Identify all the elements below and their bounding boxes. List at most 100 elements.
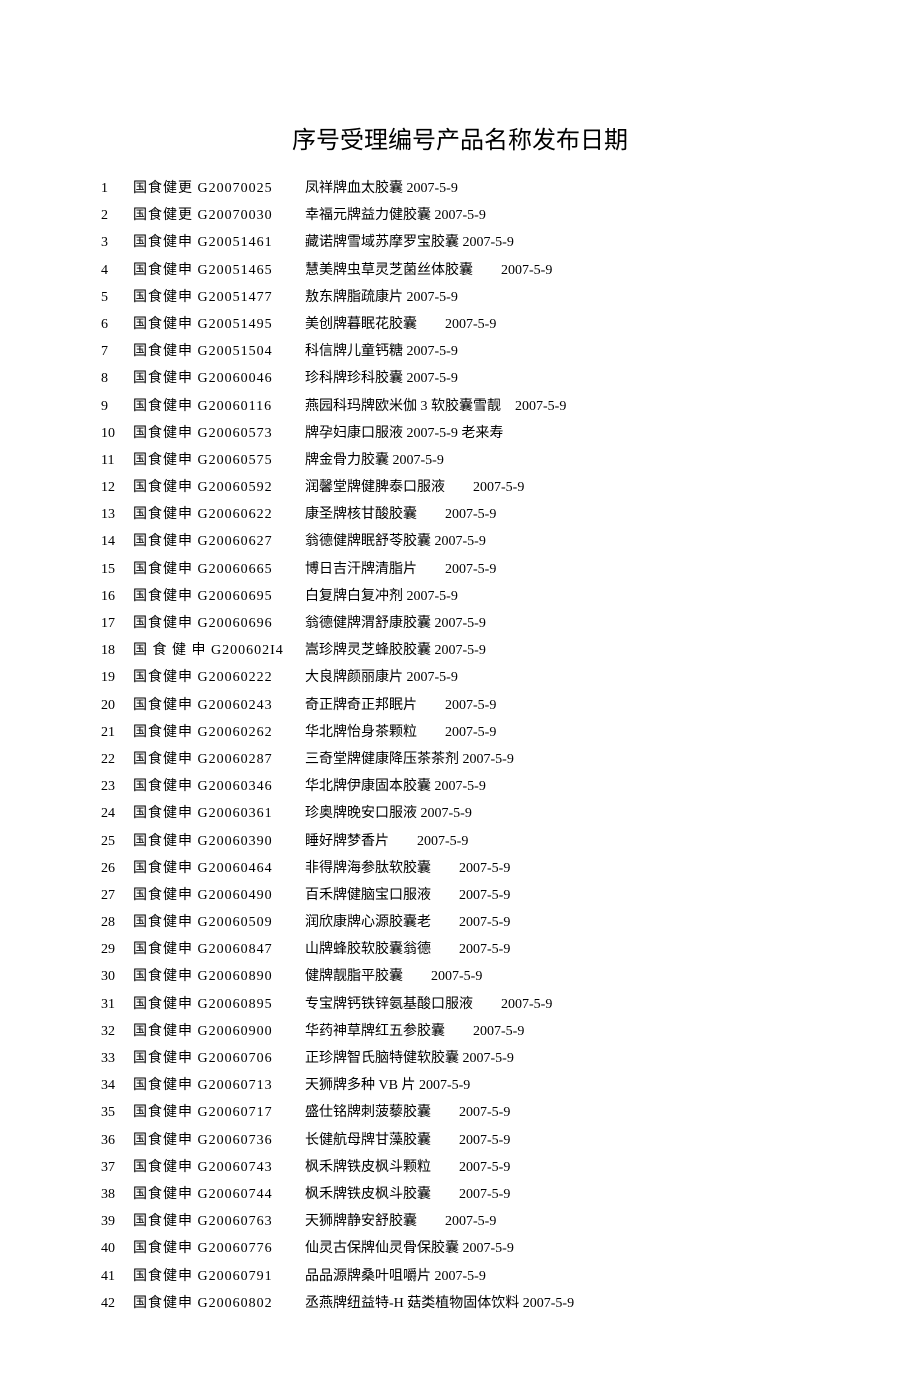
seq-cell: 24 xyxy=(100,800,132,827)
code-cell: 国食健申 G20060744 xyxy=(132,1181,304,1208)
seq-cell: 32 xyxy=(100,1018,132,1045)
desc-cell: 敖东牌脂疏康片 2007-5-9 xyxy=(304,284,575,311)
code-cell: 国食健申 G20060390 xyxy=(132,828,304,855)
seq-cell: 37 xyxy=(100,1154,132,1181)
code-cell: 国 食 健 申 G200602I4 xyxy=(132,637,304,664)
desc-cell: 康圣牌核甘酸胶囊 2007-5-9 xyxy=(304,501,575,528)
code-cell: 国食健申 G20060346 xyxy=(132,773,304,800)
table-row: 40国食健申 G20060776仙灵古保牌仙灵骨保胶囊 2007-5-9 xyxy=(100,1235,575,1262)
seq-cell: 35 xyxy=(100,1099,132,1126)
seq-cell: 42 xyxy=(100,1290,132,1317)
document-page: 序号受理编号产品名称发布日期 1国食健更 G20070025凤祥牌血太胶囊 20… xyxy=(0,0,920,1377)
seq-cell: 25 xyxy=(100,828,132,855)
code-cell: 国食健申 G20051461 xyxy=(132,229,304,256)
table-row: 11国食健申 G20060575牌金骨力胶囊 2007-5-9 xyxy=(100,447,575,474)
desc-cell: 幸福元牌益力健胶囊 2007-5-9 xyxy=(304,202,575,229)
code-cell: 国食健申 G20060509 xyxy=(132,909,304,936)
code-cell: 国食健申 G20051495 xyxy=(132,311,304,338)
code-cell: 国食健申 G20051477 xyxy=(132,284,304,311)
seq-cell: 21 xyxy=(100,719,132,746)
seq-cell: 6 xyxy=(100,311,132,338)
seq-cell: 2 xyxy=(100,202,132,229)
code-cell: 国食健申 G20060717 xyxy=(132,1099,304,1126)
desc-cell: 牌金骨力胶囊 2007-5-9 xyxy=(304,447,575,474)
seq-cell: 34 xyxy=(100,1072,132,1099)
table-row: 3国食健申 G20051461藏诺牌雪域苏摩罗宝胶囊 2007-5-9 xyxy=(100,229,575,256)
table-row: 14国食健申 G20060627翁德健牌眠舒苓胶囊 2007-5-9 xyxy=(100,528,575,555)
seq-cell: 10 xyxy=(100,420,132,447)
desc-cell: 翁德健牌渭舒康胶囊 2007-5-9 xyxy=(304,610,575,637)
desc-cell: 华北牌伊康固本胶囊 2007-5-9 xyxy=(304,773,575,800)
desc-cell: 百禾牌健脑宝口服液 2007-5-9 xyxy=(304,882,575,909)
code-cell: 国食健申 G20060713 xyxy=(132,1072,304,1099)
table-row: 28国食健申 G20060509润欣康牌心源胶囊老 2007-5-9 xyxy=(100,909,575,936)
table-row: 29国食健申 G20060847山牌蜂胶软胶囊翁德 2007-5-9 xyxy=(100,936,575,963)
seq-cell: 29 xyxy=(100,936,132,963)
desc-cell: 山牌蜂胶软胶囊翁德 2007-5-9 xyxy=(304,936,575,963)
table-row: 17国食健申 G20060696翁德健牌渭舒康胶囊 2007-5-9 xyxy=(100,610,575,637)
table-row: 25国食健申 G20060390睡好牌梦香片 2007-5-9 xyxy=(100,828,575,855)
desc-cell: 三奇堂牌健康降压茶茶剂 2007-5-9 xyxy=(304,746,575,773)
seq-cell: 28 xyxy=(100,909,132,936)
table-row: 34国食健申 G20060713天狮牌多种 VB 片 2007-5-9 xyxy=(100,1072,575,1099)
table-row: 5国食健申 G20051477敖东牌脂疏康片 2007-5-9 xyxy=(100,284,575,311)
table-row: 13国食健申 G20060622康圣牌核甘酸胶囊 2007-5-9 xyxy=(100,501,575,528)
table-row: 24国食健申 G20060361珍奥牌晚安口服液 2007-5-9 xyxy=(100,800,575,827)
table-row: 2国食健更 G20070030幸福元牌益力健胶囊 2007-5-9 xyxy=(100,202,575,229)
desc-cell: 长健航母牌甘藻胶囊 2007-5-9 xyxy=(304,1127,575,1154)
desc-cell: 润馨堂牌健脾泰口服液 2007-5-9 xyxy=(304,474,575,501)
seq-cell: 14 xyxy=(100,528,132,555)
desc-cell: 翁德健牌眠舒苓胶囊 2007-5-9 xyxy=(304,528,575,555)
desc-cell: 珍科牌珍科胶囊 2007-5-9 xyxy=(304,365,575,392)
desc-cell: 润欣康牌心源胶囊老 2007-5-9 xyxy=(304,909,575,936)
data-table: 1国食健更 G20070025凤祥牌血太胶囊 2007-5-92国食健更 G20… xyxy=(100,175,575,1317)
table-row: 16国食健申 G20060695白复牌白复冲剂 2007-5-9 xyxy=(100,583,575,610)
seq-cell: 13 xyxy=(100,501,132,528)
seq-cell: 8 xyxy=(100,365,132,392)
code-cell: 国食健申 G20060791 xyxy=(132,1263,304,1290)
code-cell: 国食健申 G20060575 xyxy=(132,447,304,474)
desc-cell: 白复牌白复冲剂 2007-5-9 xyxy=(304,583,575,610)
seq-cell: 33 xyxy=(100,1045,132,1072)
code-cell: 国食健申 G20060763 xyxy=(132,1208,304,1235)
seq-cell: 22 xyxy=(100,746,132,773)
code-cell: 国食健申 G20060736 xyxy=(132,1127,304,1154)
table-row: 15国食健申 G20060665博日吉汗牌清脂片 2007-5-9 xyxy=(100,556,575,583)
table-row: 39国食健申 G20060763天狮牌静安舒胶囊 2007-5-9 xyxy=(100,1208,575,1235)
table-row: 20国食健申 G20060243奇正牌奇正邦眠片 2007-5-9 xyxy=(100,692,575,719)
desc-cell: 品品源牌桑叶咀嚼片 2007-5-9 xyxy=(304,1263,575,1290)
table-row: 6国食健申 G20051495美创牌暮眠花胶囊 2007-5-9 xyxy=(100,311,575,338)
code-cell: 国食健申 G20060776 xyxy=(132,1235,304,1262)
code-cell: 国食健申 G20060847 xyxy=(132,936,304,963)
seq-cell: 39 xyxy=(100,1208,132,1235)
code-cell: 国食健更 G20070030 xyxy=(132,202,304,229)
desc-cell: 盛仕铭牌刺菠藜胶囊 2007-5-9 xyxy=(304,1099,575,1126)
seq-cell: 38 xyxy=(100,1181,132,1208)
code-cell: 国食健申 G20060592 xyxy=(132,474,304,501)
desc-cell: 华药神草牌红五参胶囊 2007-5-9 xyxy=(304,1018,575,1045)
desc-cell: 枫禾牌铁皮枫斗胶囊 2007-5-9 xyxy=(304,1181,575,1208)
table-row: 32国食健申 G20060900华药神草牌红五参胶囊 2007-5-9 xyxy=(100,1018,575,1045)
code-cell: 国食健更 G20070025 xyxy=(132,175,304,202)
table-row: 9国食健申 G20060116燕园科玛牌欧米伽 3 软胶囊雪靓 2007-5-9 xyxy=(100,393,575,420)
desc-cell: 枫禾牌铁皮枫斗颗粒 2007-5-9 xyxy=(304,1154,575,1181)
code-cell: 国食健申 G20060895 xyxy=(132,991,304,1018)
desc-cell: 仙灵古保牌仙灵骨保胶囊 2007-5-9 xyxy=(304,1235,575,1262)
seq-cell: 9 xyxy=(100,393,132,420)
table-row: 22国食健申 G20060287三奇堂牌健康降压茶茶剂 2007-5-9 xyxy=(100,746,575,773)
code-cell: 国食健申 G20060900 xyxy=(132,1018,304,1045)
seq-cell: 27 xyxy=(100,882,132,909)
code-cell: 国食健申 G20060464 xyxy=(132,855,304,882)
table-row: 1国食健更 G20070025凤祥牌血太胶囊 2007-5-9 xyxy=(100,175,575,202)
seq-cell: 3 xyxy=(100,229,132,256)
desc-cell: 睡好牌梦香片 2007-5-9 xyxy=(304,828,575,855)
code-cell: 国食健申 G20051465 xyxy=(132,257,304,284)
table-row: 23国食健申 G20060346华北牌伊康固本胶囊 2007-5-9 xyxy=(100,773,575,800)
seq-cell: 26 xyxy=(100,855,132,882)
table-row: 36国食健申 G20060736长健航母牌甘藻胶囊 2007-5-9 xyxy=(100,1127,575,1154)
desc-cell: 嵩珍牌灵芝蜂胶胶囊 2007-5-9 xyxy=(304,637,575,664)
code-cell: 国食健申 G20060622 xyxy=(132,501,304,528)
desc-cell: 奇正牌奇正邦眠片 2007-5-9 xyxy=(304,692,575,719)
desc-cell: 专宝牌钙铁锌氨基酸口服液 2007-5-9 xyxy=(304,991,575,1018)
desc-cell: 藏诺牌雪域苏摩罗宝胶囊 2007-5-9 xyxy=(304,229,575,256)
